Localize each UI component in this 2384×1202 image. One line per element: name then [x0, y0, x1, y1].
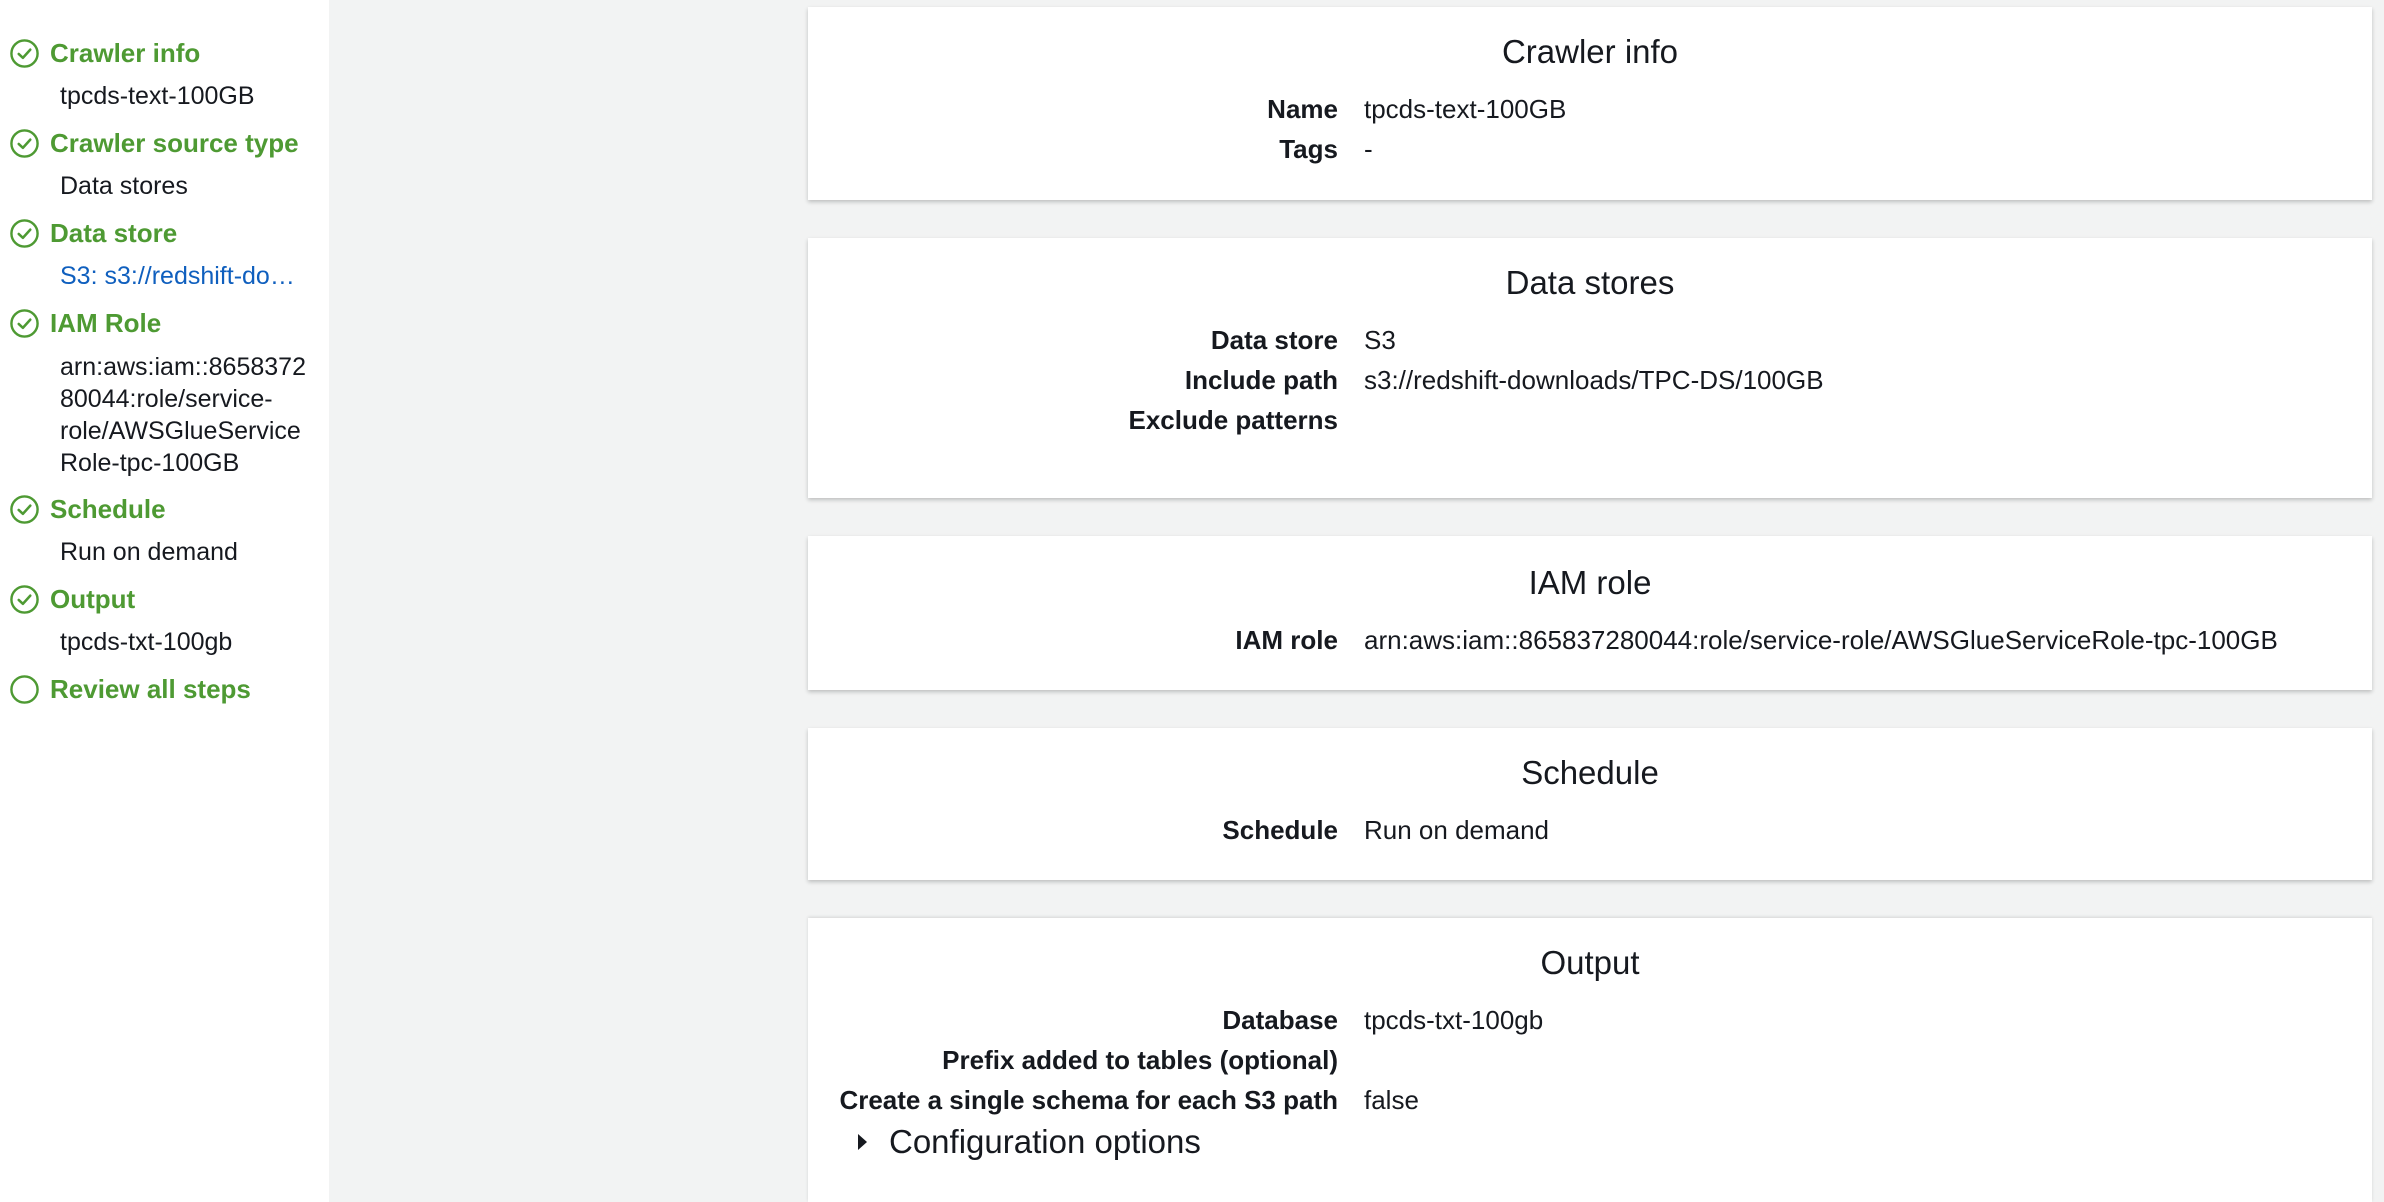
card-title: Output: [1540, 944, 1640, 981]
data-stores-card: Data stores Data store S3 Include path s…: [808, 238, 2372, 498]
step-review-all-steps[interactable]: Review all steps: [9, 672, 251, 706]
tags-label: Tags: [1279, 134, 1338, 164]
wizard-step-sidebar: Crawler info tpcds-text-100GB Crawler so…: [0, 0, 329, 1202]
step-summary-line: arn:aws:iam::8658372: [60, 353, 306, 381]
step-output[interactable]: Output: [9, 582, 135, 616]
single-schema-label: Create a single schema for each S3 path: [839, 1085, 1338, 1115]
single-schema-row: Create a single schema for each S3 path …: [808, 1082, 2372, 1118]
data-store-value: S3: [1364, 325, 1396, 355]
step-label: Output: [50, 583, 136, 614]
name-row: Name tpcds-text-100GB: [808, 91, 2372, 127]
tags-value: -: [1364, 134, 1373, 164]
name-value: tpcds-text-100GB: [1364, 94, 1567, 124]
step-label: Crawler source type: [50, 127, 299, 158]
configuration-options-toggle[interactable]: Configuration options: [858, 1123, 1201, 1161]
step-label: Crawler info: [50, 37, 201, 68]
step-crawler-info[interactable]: Crawler info: [9, 36, 200, 70]
step-summary-line: 80044:role/service-: [60, 385, 273, 413]
data-store-link[interactable]: S3: s3://redshift-downloads/TPC-DS/100GB: [60, 260, 310, 292]
iam-role-label: IAM role: [1235, 625, 1338, 655]
check-circle-icon: [10, 584, 39, 614]
step-summary: tpcds-txt-100gb: [60, 628, 233, 656]
exclude-patterns-row: Exclude patterns: [808, 402, 2372, 438]
card-title: IAM role: [1528, 564, 1652, 601]
card-title: Data stores: [1505, 264, 1675, 301]
schedule-card: Schedule Schedule Run on demand: [808, 728, 2372, 880]
prefix-label: Prefix added to tables (optional): [942, 1045, 1338, 1075]
schedule-value: Run on demand: [1364, 815, 1550, 845]
include-path-value: s3://redshift-downloads/TPC-DS/100GB: [1364, 365, 1824, 395]
step-label: Schedule: [50, 493, 166, 524]
empty-circle-icon: [10, 674, 39, 704]
step-iam-role[interactable]: IAM Role: [9, 306, 161, 340]
caret-right-icon: [858, 1134, 867, 1150]
schedule-label: Schedule: [1222, 815, 1338, 845]
configuration-options-label: Configuration options: [889, 1123, 1201, 1160]
card-title: Crawler info: [1501, 33, 1679, 70]
step-schedule[interactable]: Schedule: [9, 492, 166, 526]
step-summary: tpcds-text-100GB: [60, 82, 255, 110]
exclude-patterns-label: Exclude patterns: [1128, 405, 1338, 435]
data-store-label: Data store: [1210, 325, 1338, 355]
step-label: Data store: [50, 217, 178, 248]
check-circle-icon: [10, 38, 39, 68]
step-summary: arn:aws:iam::8658372 80044:role/service-…: [60, 351, 315, 479]
step-summary: Data stores: [60, 172, 188, 200]
single-schema-value: false: [1364, 1085, 1419, 1115]
step-summary-line: Role-tpc-100GB: [60, 449, 240, 477]
step-label: IAM Role: [50, 307, 162, 338]
prefix-row: Prefix added to tables (optional): [808, 1042, 2372, 1078]
check-circle-icon: [10, 494, 39, 524]
name-label: Name: [1267, 94, 1338, 124]
database-row: Database tpcds-txt-100gb: [808, 1002, 2372, 1038]
check-circle-icon: [10, 308, 39, 338]
iam-role-row: IAM role arn:aws:iam::865837280044:role/…: [808, 622, 2372, 658]
database-value: tpcds-txt-100gb: [1364, 1005, 1544, 1035]
crawler-info-card: Crawler info Name tpcds-text-100GB Tags …: [808, 7, 2372, 200]
iam-role-value: arn:aws:iam::865837280044:role/service-r…: [1364, 625, 2278, 655]
include-path-label: Include path: [1184, 365, 1338, 395]
card-title: Schedule: [1521, 754, 1659, 791]
output-card: Output Database tpcds-txt-100gb Prefix a…: [808, 918, 2372, 1202]
database-label: Database: [1222, 1005, 1338, 1035]
step-summary: Run on demand: [60, 538, 238, 566]
step-crawler-source-type[interactable]: Crawler source type: [9, 126, 299, 160]
data-store-row: Data store S3: [808, 322, 2372, 358]
include-path-row: Include path s3://redshift-downloads/TPC…: [808, 362, 2372, 398]
step-data-store[interactable]: Data store: [9, 216, 177, 250]
iam-role-card: IAM role IAM role arn:aws:iam::865837280…: [808, 536, 2372, 690]
tags-row: Tags -: [808, 131, 2372, 167]
check-circle-icon: [10, 218, 39, 248]
step-label: Review all steps: [50, 673, 251, 704]
step-summary-line: role/AWSGlueService: [60, 417, 301, 445]
check-circle-icon: [10, 128, 39, 158]
schedule-row: Schedule Run on demand: [808, 812, 2372, 848]
